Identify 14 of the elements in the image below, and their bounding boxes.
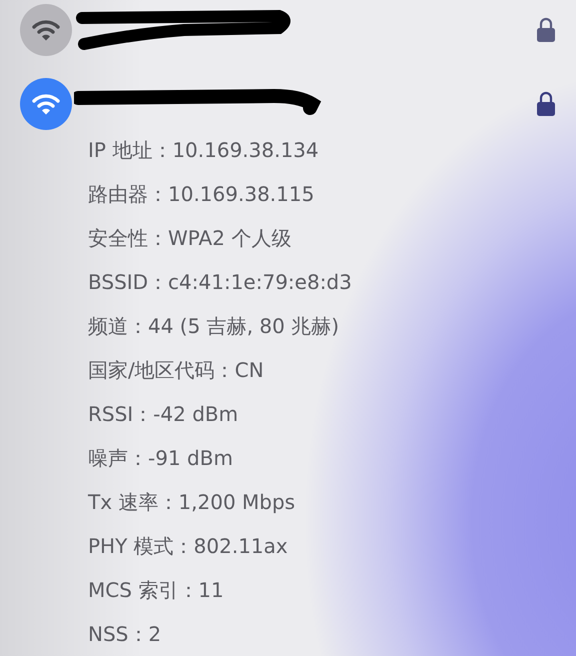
detail-text: MCS 索引：11 xyxy=(88,577,225,604)
detail-text: 国家/地区代码：CN xyxy=(88,357,265,384)
detail-text: IP 地址：10.169.38.134 xyxy=(88,137,320,164)
detail-text: BSSID：c4:41:1e:79:e8:d3 xyxy=(88,269,353,296)
wifi-icon[interactable] xyxy=(20,78,72,130)
detail-text: 安全性：WPA2 个人级 xyxy=(88,225,292,252)
detail-text: Tx 速率：1,200 Mbps xyxy=(88,489,296,516)
detail-text: PHY 模式：802.11ax xyxy=(88,533,289,560)
detail-text: RSSI：-42 dBm xyxy=(88,401,240,428)
wifi-icon[interactable] xyxy=(20,4,72,56)
detail-text: 噪声：-91 dBm xyxy=(88,445,234,472)
detail-text: NSS：2 xyxy=(88,621,162,648)
detail-text: 频道：44 (5 吉赫, 80 兆赫) xyxy=(88,313,340,340)
detail-text: 路由器：10.169.38.115 xyxy=(88,181,316,208)
